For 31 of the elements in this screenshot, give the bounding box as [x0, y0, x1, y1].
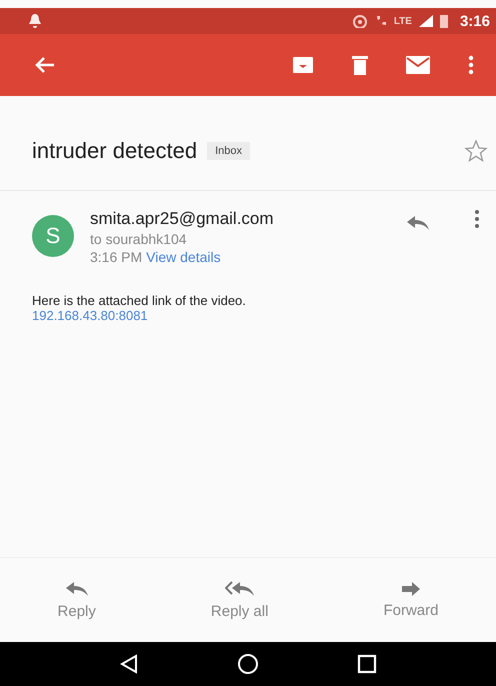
reply-icon[interactable]: [406, 215, 430, 231]
home-icon[interactable]: [237, 653, 259, 675]
more-options-icon[interactable]: [474, 209, 480, 229]
email-subject: intruder detected: [32, 138, 198, 164]
notification-bell-icon: [28, 13, 42, 29]
trash-icon[interactable]: [352, 55, 368, 75]
signal-icon: [418, 14, 434, 28]
archive-icon[interactable]: [292, 56, 314, 74]
star-icon[interactable]: [464, 139, 488, 163]
reply-all-icon: [224, 580, 255, 596]
recents-icon[interactable]: [357, 654, 377, 674]
sender-avatar: S: [32, 215, 74, 257]
battery-icon: [440, 14, 448, 28]
reply-icon: [64, 580, 89, 596]
back-arrow-icon[interactable]: [34, 56, 56, 74]
sender-address: smita.apr25@gmail.com: [90, 209, 275, 229]
reply-button[interactable]: Reply: [50, 576, 104, 624]
network-type: LTE: [394, 16, 412, 26]
mail-icon[interactable]: [406, 56, 430, 74]
view-details-link[interactable]: View details: [146, 249, 221, 265]
inbox-label: Inbox: [207, 142, 250, 160]
back-icon[interactable]: [119, 654, 139, 674]
more-options-icon[interactable]: [468, 55, 474, 75]
forward-button[interactable]: Forward: [375, 578, 446, 622]
video-link[interactable]: 192.168.43.80:8081: [32, 308, 496, 323]
recipient-text: to sourabhk104: [90, 231, 188, 247]
email-body: Here is the attached link of the video.: [32, 293, 247, 308]
reply-all-button[interactable]: Reply all: [202, 576, 276, 624]
status-time: 3:16: [460, 12, 490, 30]
email-time: 3:16 PM: [90, 249, 142, 265]
forward-icon: [400, 582, 421, 596]
